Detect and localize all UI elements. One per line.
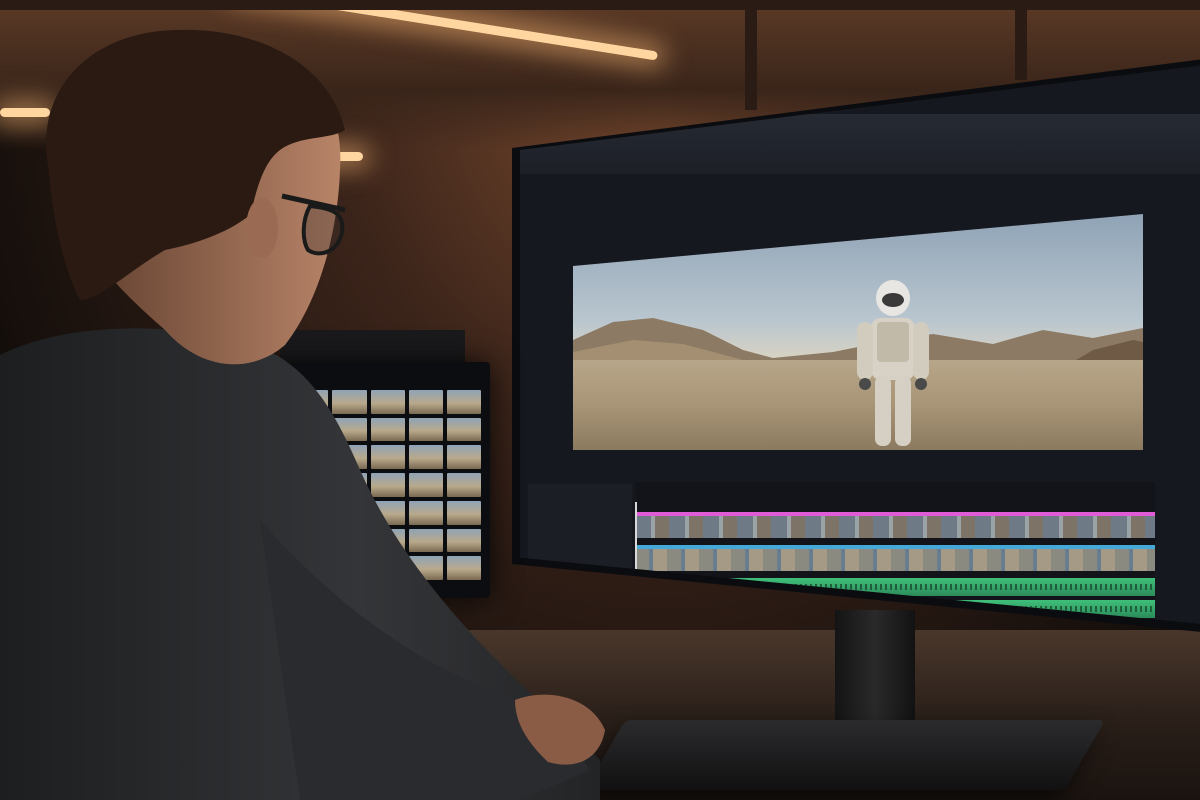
playhead	[635, 502, 637, 625]
photo-scene	[0, 0, 1200, 800]
person-silhouette-icon	[0, 29, 605, 800]
video-track-2	[635, 545, 1155, 571]
ceiling-beam	[1015, 0, 1027, 80]
video-editor-screen	[520, 64, 1200, 625]
video-track-1	[635, 512, 1155, 538]
preview-viewer	[573, 214, 1143, 450]
audio-track-1	[635, 578, 1155, 596]
monitor-stand-base	[584, 720, 1106, 790]
astronaut-figure-icon	[857, 280, 929, 446]
ceiling-beam	[745, 0, 757, 110]
